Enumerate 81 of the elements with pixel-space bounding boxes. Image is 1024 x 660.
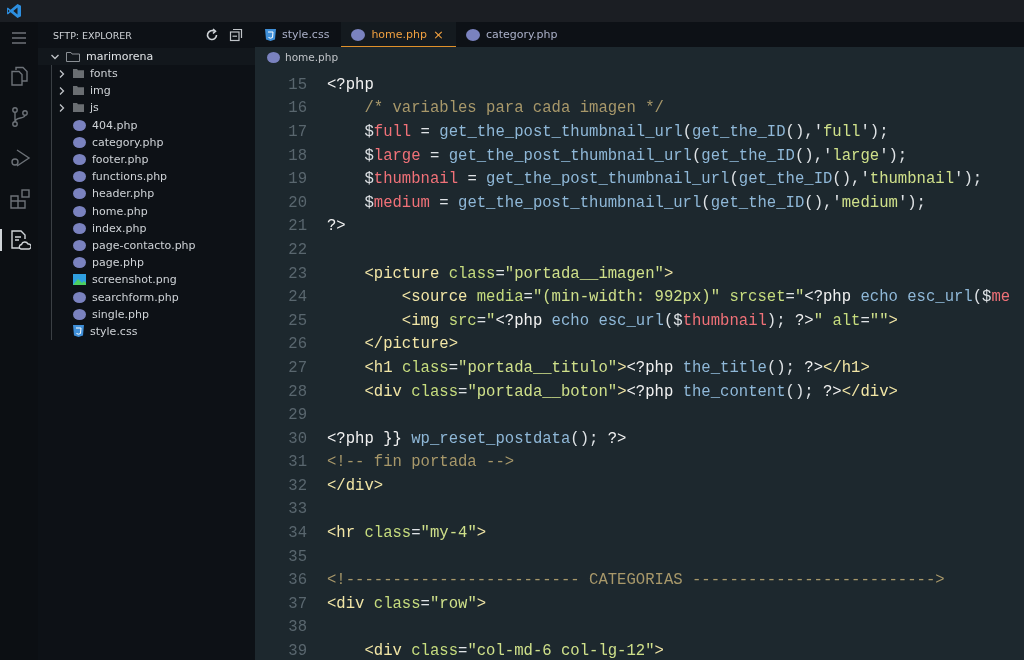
line-number: 33: [287, 500, 307, 519]
run-debug-icon[interactable]: [9, 147, 31, 169]
line-number: 38: [287, 618, 307, 637]
tree-item[interactable]: single.php: [52, 305, 255, 323]
line-number: 29: [287, 406, 307, 425]
line-number: 31: [287, 453, 307, 472]
line-number: 27: [287, 358, 307, 377]
line-number: 30: [287, 429, 307, 448]
code-line: $full = get_the_post_thumbnail_url(get_the_ID(),'full');: [363, 123, 889, 141]
tree-item[interactable]: footer.php: [52, 150, 255, 169]
line-number: 22: [287, 240, 307, 259]
line-number: 25: [287, 311, 307, 330]
line-number: 24: [287, 288, 307, 307]
code-line: </div>: [327, 476, 384, 495]
line-number: 32: [287, 476, 307, 495]
folder-icon: [66, 51, 80, 62]
line-number: 39: [287, 642, 307, 660]
code-line: <img src="<?php echo esc_url($thumbnail); ?>" alt="">: [400, 311, 898, 330]
folder-icon: [73, 69, 84, 79]
code-line: <!-- fin portada -->: [327, 453, 515, 472]
line-number: 34: [287, 524, 307, 543]
tree-item[interactable]: searchform.php: [52, 288, 255, 306]
tree-item[interactable]: style.css: [52, 322, 255, 340]
tree-item[interactable]: functions.php: [52, 168, 255, 186]
editor-tab[interactable]: home.php ×: [341, 22, 456, 47]
sidebar-title: SFTP: EXPLORER: [53, 29, 133, 41]
code-line: <picture class="portada__imagen">: [363, 264, 674, 283]
remote-explorer-icon[interactable]: [9, 229, 31, 251]
folder-icon: [73, 103, 84, 113]
tree-item[interactable]: js: [52, 99, 255, 117]
code-line: <source media="(min-width: 992px)" srcset="<?php echo esc_url($me: [400, 288, 1011, 307]
line-number: 15: [287, 75, 307, 94]
tree-item[interactable]: marimorena: [38, 48, 255, 65]
tree-item[interactable]: 404.php: [52, 116, 255, 134]
refresh-icon[interactable]: [205, 28, 219, 42]
line-number: 21: [287, 217, 307, 236]
tree-item[interactable]: fonts: [52, 65, 255, 83]
tree-item[interactable]: img: [52, 82, 255, 100]
image-file-icon: [73, 274, 86, 286]
line-number: 37: [287, 594, 307, 613]
line-number: 20: [287, 193, 307, 212]
line-number: 23: [287, 264, 307, 283]
line-number: 19: [287, 170, 307, 189]
collapse-all-icon[interactable]: [229, 28, 243, 42]
extensions-icon[interactable]: [9, 188, 31, 210]
css-file-icon: [73, 325, 84, 338]
line-number: 17: [287, 123, 307, 141]
line-number: 16: [287, 99, 307, 118]
app-logo-icon: [6, 3, 22, 19]
code-line: <!------------------------- CATEGORIAS -------------------------->: [327, 571, 945, 590]
tree-item[interactable]: index.php: [52, 219, 255, 237]
files-icon[interactable]: [9, 65, 31, 87]
code-line: <hr class="my-4">: [327, 524, 487, 543]
tree-item[interactable]: home.php: [52, 202, 255, 220]
line-number: 36: [287, 571, 307, 590]
code-line: </picture>: [363, 335, 458, 354]
folder-icon: [73, 86, 84, 96]
code-line: <h1 class="portada__titulo"><?php the_title(); ?></h1>: [363, 358, 870, 377]
tree-item[interactable]: category.php: [52, 133, 255, 151]
code-line: <div class="row">: [327, 594, 487, 613]
code-line: $medium = get_the_post_thumbnail_url(get_the_ID(),'medium');: [363, 193, 926, 212]
code-line: $large = get_the_post_thumbnail_url(get_the_ID(),'large');: [363, 146, 908, 165]
menu-icon[interactable]: [11, 32, 27, 44]
code-line: ?>: [327, 217, 346, 236]
tree-item[interactable]: header.php: [52, 185, 255, 203]
line-number: 18: [287, 146, 307, 165]
tree-item[interactable]: page.php: [52, 254, 255, 272]
line-number: 35: [287, 547, 307, 566]
breadcrumb-item[interactable]: home.php: [285, 51, 339, 63]
line-number: 26: [287, 335, 307, 354]
code-line: <div class="col-md-6 col-lg-12">: [363, 642, 664, 660]
tree-item[interactable]: screenshot.png: [52, 271, 255, 289]
branch-icon[interactable]: [9, 106, 31, 128]
code-line: <div class="portada__boton"><?php the_content(); ?></div>: [363, 382, 898, 401]
code-line: $thumbnail = get_the_post_thumbnail_url(get_the_ID(),'thumbnail');: [363, 170, 983, 189]
code-line: <?php: [327, 75, 374, 94]
tree-item[interactable]: page-contacto.php: [52, 236, 255, 255]
code-line: /* variables para cada imagen */: [363, 99, 664, 118]
css-file-icon: [265, 28, 276, 41]
code-line: <?php }} wp_reset_postdata(); ?>: [327, 429, 627, 448]
line-number: 28: [287, 382, 307, 401]
